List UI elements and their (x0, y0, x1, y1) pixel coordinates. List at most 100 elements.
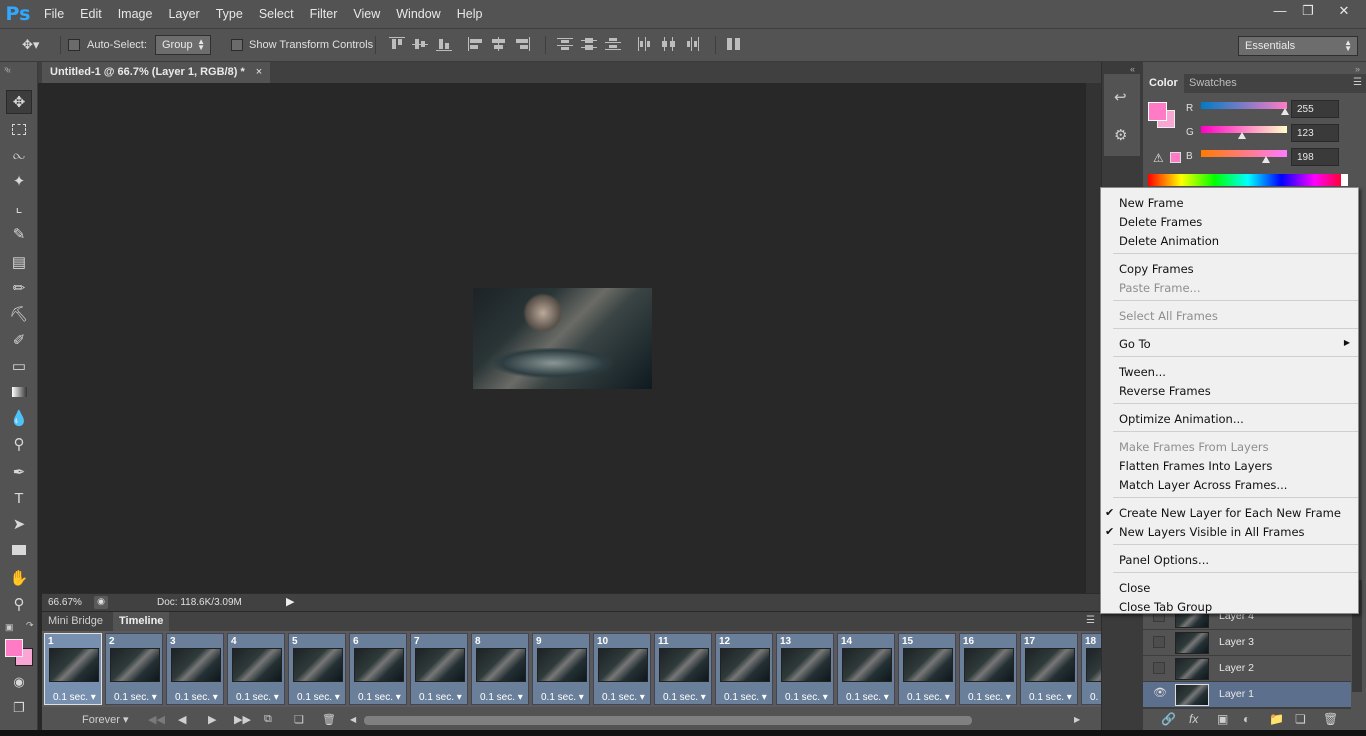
menu-edit[interactable]: Edit (72, 0, 110, 28)
brush-tool-icon[interactable]: ✏ (6, 276, 32, 300)
menu-select[interactable]: Select (251, 0, 302, 28)
b-slider[interactable] (1201, 150, 1287, 157)
layer-row[interactable]: Layer 3 (1143, 630, 1351, 656)
first-frame-icon[interactable]: ◀◀ (148, 713, 165, 726)
menu-layer[interactable]: Layer (160, 0, 207, 28)
tab-mini-bridge[interactable]: Mini Bridge (42, 612, 109, 631)
magic-wand-tool-icon[interactable]: ✦ (6, 169, 32, 193)
frame-duration[interactable]: 0.1 sec. ▾ (1029, 692, 1072, 703)
timeline-frame[interactable]: 9 0.1 sec. ▾ (532, 633, 590, 705)
menu-item-copy-frames[interactable]: Copy Frames (1119, 262, 1194, 276)
frame-duration[interactable]: 0.1 sec. ▾ (846, 692, 889, 703)
close-tab-icon[interactable]: × (256, 66, 262, 78)
tab-timeline[interactable]: Timeline (113, 612, 170, 631)
tween-icon[interactable]: ⧉ (264, 713, 272, 726)
vertical-scrollbar[interactable] (1086, 83, 1101, 593)
status-settings-icon[interactable]: ◉ (94, 596, 108, 609)
b-value-input[interactable]: 198 (1291, 148, 1339, 166)
scroll-right-icon[interactable]: ▶ (1074, 715, 1080, 724)
layer-row-selected[interactable]: 👁 Layer 1 (1143, 682, 1351, 708)
zoom-tool-icon[interactable]: ⚲ (6, 592, 32, 616)
distribute-right-icon[interactable] (685, 37, 701, 51)
document-tab[interactable]: Untitled-1 @ 66.7% (Layer 1, RGB/8) * × (42, 62, 271, 83)
menu-item-reverse-frames[interactable]: Reverse Frames (1119, 384, 1211, 398)
path-selection-tool-icon[interactable]: ➤ (6, 512, 32, 536)
align-left-icon[interactable] (468, 37, 484, 51)
menu-filter[interactable]: Filter (302, 0, 346, 28)
move-tool-icon[interactable]: ✥ (6, 90, 32, 114)
timeline-frame[interactable]: 17 0.1 sec. ▾ (1020, 633, 1078, 705)
frame-duration[interactable]: 0.1 sec. ▾ (175, 692, 218, 703)
duplicate-frame-icon[interactable]: ❏ (294, 713, 304, 726)
menu-item-new-layers-visible-in-all-frames[interactable]: New Layers Visible in All Frames (1119, 525, 1305, 539)
dodge-tool-icon[interactable]: ⚲ (6, 432, 32, 456)
r-slider[interactable] (1201, 102, 1287, 109)
align-right-icon[interactable] (515, 37, 531, 51)
menu-type[interactable]: Type (208, 0, 251, 28)
rectangle-tool-icon[interactable] (6, 538, 32, 562)
timeline-frame[interactable]: 12 0.1 sec. ▾ (715, 633, 773, 705)
status-menu-arrow-icon[interactable]: ▶ (286, 595, 294, 608)
type-tool-icon[interactable]: T (6, 486, 32, 510)
play-icon[interactable]: ▶ (208, 713, 216, 726)
tab-swatches[interactable]: Swatches (1183, 74, 1243, 93)
distribute-bottom-icon[interactable] (605, 37, 621, 51)
blur-tool-icon[interactable]: 💧 (6, 406, 32, 430)
frame-duration[interactable]: 0.1 sec. ▾ (541, 692, 584, 703)
quick-mask-icon[interactable]: ◉ (6, 670, 32, 694)
timeline-frame[interactable]: 18 0. ▾ (1081, 633, 1101, 705)
auto-select-checkbox[interactable] (68, 39, 80, 51)
timeline-scrollbar-thumb[interactable] (364, 716, 972, 725)
frame-duration[interactable]: 0.1 sec. ▾ (663, 692, 706, 703)
hand-tool-icon[interactable]: ✋ (6, 566, 32, 590)
document-canvas-image[interactable] (473, 288, 652, 389)
distribute-hcenter-icon[interactable] (661, 37, 677, 51)
layer-name[interactable]: Layer 1 (1219, 688, 1254, 700)
menu-item-optimize-animation[interactable]: Optimize Animation... (1119, 412, 1244, 426)
b-slider-thumb[interactable] (1262, 156, 1270, 163)
fg-color-swatch[interactable] (1148, 102, 1167, 121)
menu-item-match-layer-across-frames[interactable]: Match Layer Across Frames... (1119, 478, 1287, 492)
align-vcenter-icon[interactable] (412, 37, 428, 51)
timeline-frame[interactable]: 10 0.1 sec. ▾ (593, 633, 651, 705)
g-value-input[interactable]: 123 (1291, 124, 1339, 142)
menu-item-close[interactable]: Close (1119, 581, 1150, 595)
collapse-arrows-icon[interactable]: « (1130, 64, 1135, 74)
collapse-arrows-icon[interactable]: « (6, 65, 11, 75)
timeline-frame[interactable]: 11 0.1 sec. ▾ (654, 633, 712, 705)
frame-duration[interactable]: 0.1 sec. ▾ (602, 692, 645, 703)
menu-item-new-frame[interactable]: New Frame (1119, 196, 1184, 210)
timeline-frame[interactable]: 2 0.1 sec. ▾ (105, 633, 163, 705)
clone-stamp-tool-icon[interactable]: ⛏ (6, 302, 32, 326)
timeline-frame[interactable]: 1 0.1 sec. ▾ (44, 633, 102, 705)
history-brush-tool-icon[interactable]: ✐ (6, 328, 32, 352)
menu-file[interactable]: File (36, 0, 72, 28)
next-frame-icon[interactable]: ▶▶ (234, 713, 251, 726)
frame-duration[interactable]: 0.1 sec. ▾ (724, 692, 767, 703)
eyedropper-tool-icon[interactable]: ✎ (6, 222, 32, 246)
auto-align-icon[interactable] (726, 37, 742, 51)
menu-item-flatten-frames-into-layers[interactable]: Flatten Frames Into Layers (1119, 459, 1272, 473)
eye-icon[interactable]: 👁 (1153, 686, 1167, 699)
restore-icon[interactable]: ❐ (1294, 0, 1322, 22)
frame-duration[interactable]: 0.1 sec. ▾ (358, 692, 401, 703)
distribute-vcenter-icon[interactable] (581, 37, 597, 51)
tab-color[interactable]: Color (1143, 74, 1184, 93)
menu-help[interactable]: Help (449, 0, 491, 28)
expand-arrows-icon[interactable]: » (1355, 64, 1360, 74)
layer-name[interactable]: Layer 2 (1219, 662, 1254, 674)
timeline-frame[interactable]: 6 0.1 sec. ▾ (349, 633, 407, 705)
timeline-frame[interactable]: 4 0.1 sec. ▾ (227, 633, 285, 705)
auto-select-dropdown[interactable]: Group ▲ ▼ (155, 35, 211, 55)
pen-tool-icon[interactable]: ✒ (6, 460, 32, 484)
menu-item-panel-options[interactable]: Panel Options... (1119, 553, 1209, 567)
align-top-icon[interactable] (389, 37, 405, 51)
healing-brush-tool-icon[interactable]: ▤ (6, 250, 32, 274)
marquee-tool-icon[interactable] (6, 117, 32, 141)
frame-duration[interactable]: 0. ▾ (1090, 692, 1101, 703)
visibility-toggle[interactable] (1153, 636, 1165, 648)
menu-view[interactable]: View (345, 0, 388, 28)
foreground-color-swatch[interactable] (5, 639, 23, 657)
frame-duration[interactable]: 0.1 sec. ▾ (785, 692, 828, 703)
menu-image[interactable]: Image (110, 0, 161, 28)
